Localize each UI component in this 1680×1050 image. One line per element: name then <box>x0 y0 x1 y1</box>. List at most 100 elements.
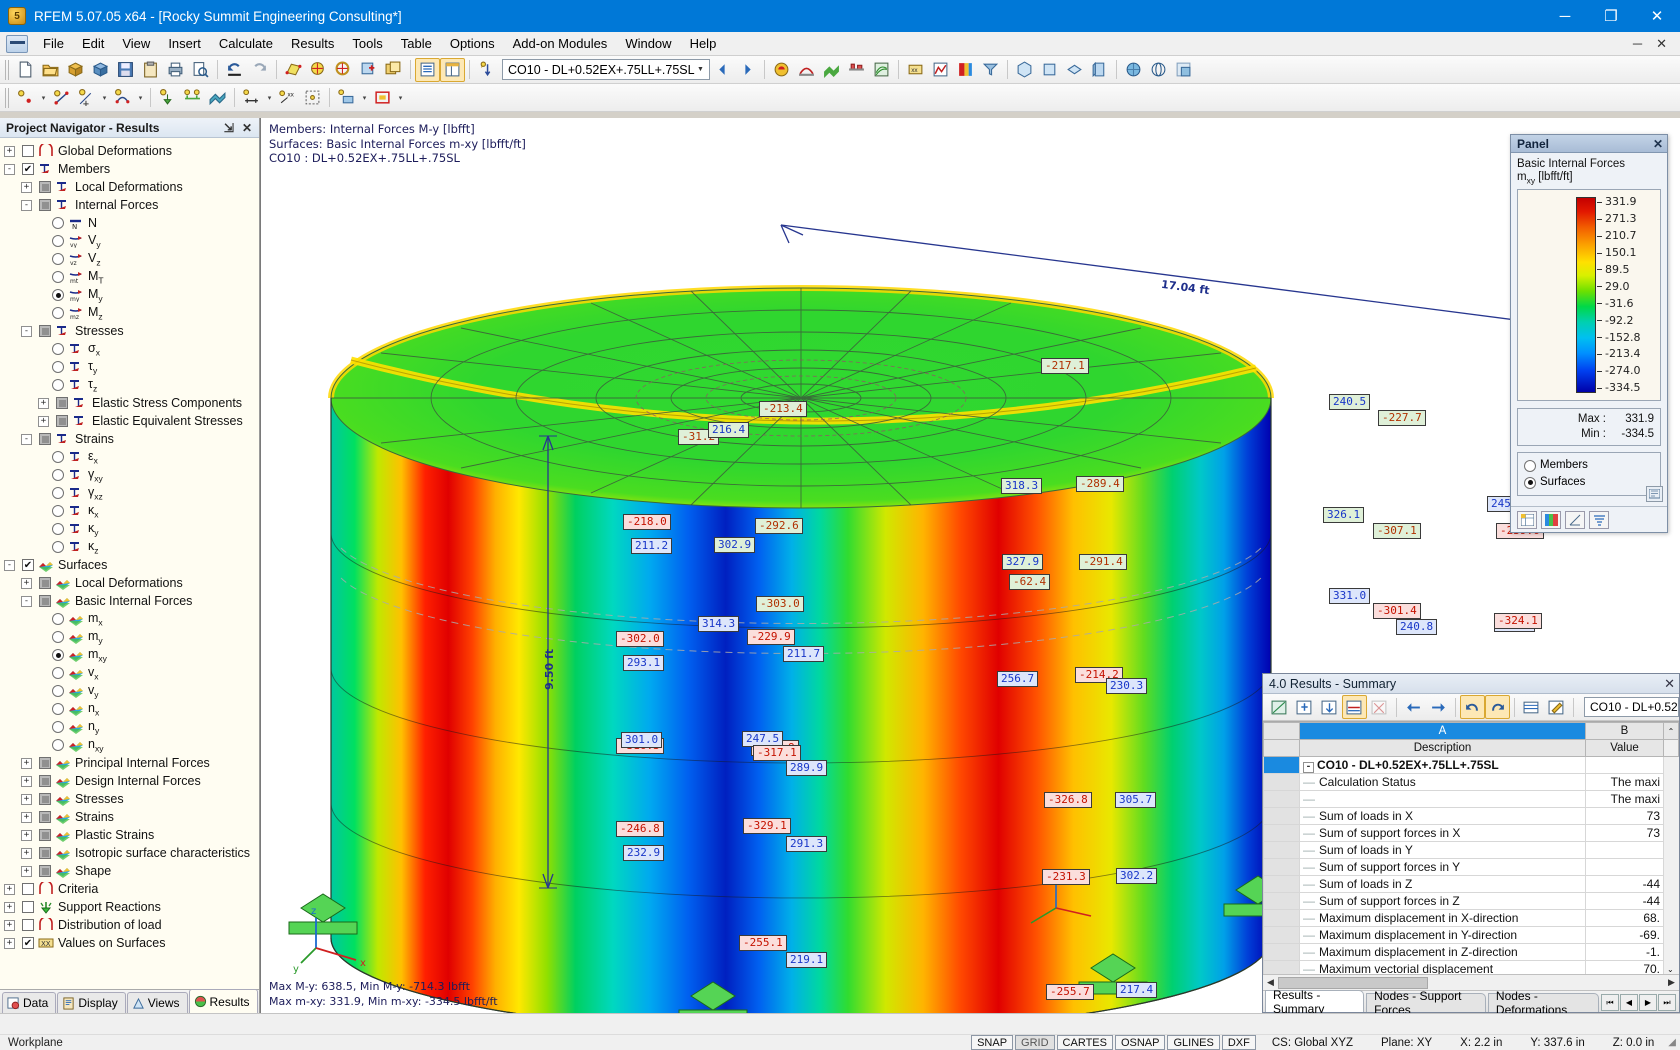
tree-item-shape[interactable]: + Shape <box>4 862 259 880</box>
radio-members-control[interactable] <box>1524 459 1536 472</box>
tree-radio[interactable] <box>52 253 64 265</box>
menu-item-results[interactable]: Results <box>282 33 343 54</box>
tree-checkbox[interactable] <box>39 757 51 769</box>
menu-item-view[interactable]: View <box>113 33 159 54</box>
result-value-label[interactable]: -227.7 <box>1378 410 1426 426</box>
pin-icon[interactable]: ⇲ <box>224 121 234 135</box>
tree-expander-icon[interactable]: - <box>4 163 15 175</box>
row-number-cell[interactable] <box>1263 824 1300 842</box>
result-value-label[interactable]: -231.3 <box>1042 869 1090 885</box>
tree-item-m[interactable]: mt MT <box>4 268 259 286</box>
new-dim-line-button[interactable] <box>74 86 99 110</box>
new-line-support-button[interactable] <box>180 86 205 110</box>
panel-filter-icon[interactable] <box>1589 510 1609 529</box>
result-value-label[interactable]: -292.6 <box>755 518 803 534</box>
result-value-label[interactable]: 256.7 <box>997 671 1039 687</box>
table-row[interactable]: — Sum of support forces in X 73 <box>1263 824 1679 842</box>
menu-item-calculate[interactable]: Calculate <box>210 33 282 54</box>
table-row[interactable]: — Sum of loads in Z -44 <box>1263 875 1679 893</box>
print-button[interactable] <box>163 58 188 82</box>
tree-item-principal-internal-forces[interactable]: + Principal Internal Forces <box>4 754 259 772</box>
row-number-cell[interactable] <box>1263 773 1300 791</box>
result-value-label[interactable]: -289.4 <box>1076 476 1124 492</box>
new-node-dropdown[interactable]: ▾ <box>38 86 49 110</box>
tree-radio[interactable] <box>52 721 64 733</box>
row-value-cell[interactable]: -69. <box>1585 926 1664 944</box>
menu-item-table[interactable]: Table <box>392 33 441 54</box>
tree-item-stresses[interactable]: - Stresses <box>4 322 259 340</box>
table-layout-button[interactable] <box>440 57 465 82</box>
open-project-button[interactable] <box>63 58 88 82</box>
result-value-label[interactable]: -255.7 <box>1046 984 1094 1000</box>
transparency-button[interactable] <box>1171 58 1196 82</box>
tree-item--[interactable]: τy <box>4 358 259 376</box>
tree-expander-icon[interactable]: + <box>21 775 32 787</box>
row-number-cell[interactable] <box>1263 756 1300 774</box>
result-value-label[interactable]: 293.1 <box>623 655 665 671</box>
row-description-cell[interactable]: — Sum of loads in Z <box>1299 875 1586 893</box>
table-view-button[interactable] <box>1267 695 1292 719</box>
navigator-tree[interactable]: + Global Deformations - ✔ Members + Local Defo… <box>0 138 259 989</box>
result-value-label[interactable]: -303.0 <box>756 596 804 612</box>
column-header-a[interactable]: A <box>1299 722 1586 740</box>
result-value-label[interactable]: -301.4 <box>1373 603 1421 619</box>
isoline-button[interactable] <box>869 58 894 82</box>
result-value-label[interactable]: 232.9 <box>623 845 665 861</box>
status-toggle-grid[interactable]: GRID <box>1015 1035 1055 1050</box>
result-value-label[interactable]: 240.5 <box>1329 394 1371 410</box>
menu-item-addon-modules[interactable]: Add-on Modules <box>504 33 617 54</box>
tree-radio[interactable] <box>52 685 64 697</box>
row-number-cell[interactable] <box>1263 875 1300 893</box>
result-value-label[interactable]: 326.1 <box>1323 507 1365 523</box>
nav-tab-views[interactable]: Views <box>126 992 188 1013</box>
row-number-cell[interactable] <box>1263 960 1300 974</box>
row-value-cell[interactable]: 73 <box>1585 807 1664 825</box>
row-number-cell[interactable] <box>1263 926 1300 944</box>
result-value-label[interactable]: 211.7 <box>783 646 825 662</box>
tree-checkbox[interactable] <box>39 595 51 607</box>
result-value-label[interactable]: 318.3 <box>1001 478 1043 494</box>
row-value-cell[interactable]: The maxi <box>1585 790 1664 808</box>
results-table-load-case[interactable]: CO10 - DL+0.52EX+.75 <box>1584 697 1679 717</box>
tree-item--[interactable]: κz <box>4 538 259 556</box>
tree-item-v[interactable]: vz Vz <box>4 250 259 268</box>
menu-item-tools[interactable]: Tools <box>343 33 391 54</box>
new-load-button[interactable] <box>334 86 359 110</box>
member-results-button[interactable] <box>844 58 869 82</box>
tree-item-elastic-stress-components[interactable]: + Elastic Stress Components <box>4 394 259 412</box>
results-surface-button[interactable] <box>819 58 844 82</box>
result-value-label[interactable]: 240.8 <box>1396 619 1438 635</box>
tree-radio[interactable] <box>52 649 64 661</box>
row-number-cell[interactable] <box>1263 841 1300 859</box>
new-support-button[interactable] <box>155 86 180 110</box>
values-on-surfaces-button[interactable]: xx <box>903 58 928 82</box>
prev-load-case-button[interactable] <box>710 58 735 82</box>
minimize-button[interactable]: ─ <box>1542 0 1588 32</box>
table-redo-button[interactable] <box>1485 695 1510 719</box>
clipboard-button[interactable] <box>138 58 163 82</box>
table-row[interactable]: — Sum of support forces in Y <box>1263 858 1679 876</box>
tree-expander-icon[interactable]: + <box>21 793 32 805</box>
select-plus-button[interactable] <box>356 58 381 82</box>
tree-checkbox[interactable]: ✔ <box>22 559 34 571</box>
tree-item-internal-forces[interactable]: - Internal Forces <box>4 196 259 214</box>
new-dimension-button[interactable] <box>239 86 264 110</box>
tree-checkbox[interactable] <box>39 433 51 445</box>
row-value-cell[interactable] <box>1585 841 1664 859</box>
table-row[interactable]: — The maxi <box>1263 790 1679 808</box>
table-row[interactable]: — Sum of loads in Y <box>1263 841 1679 859</box>
tree-item-m[interactable]: mxy <box>4 646 259 664</box>
tree-checkbox[interactable] <box>39 793 51 805</box>
column-header-b[interactable]: B <box>1585 722 1664 740</box>
new-line-button[interactable] <box>49 86 74 110</box>
tree-expander-icon[interactable]: + <box>21 829 32 841</box>
tree-radio[interactable] <box>52 523 64 535</box>
scroll-up-arrow[interactable]: ⌃ <box>1663 722 1679 740</box>
tree-item-v[interactable]: vy Vy <box>4 232 259 250</box>
close-button[interactable]: ✕ <box>1634 0 1680 32</box>
tree-item-design-internal-forces[interactable]: + Design Internal Forces <box>4 772 259 790</box>
result-value-label[interactable]: -213.4 <box>759 401 807 417</box>
result-value-label[interactable]: 302.9 <box>714 537 756 553</box>
table-insert-row-button[interactable] <box>1292 695 1317 719</box>
new-comment-button[interactable]: xx <box>275 86 300 110</box>
